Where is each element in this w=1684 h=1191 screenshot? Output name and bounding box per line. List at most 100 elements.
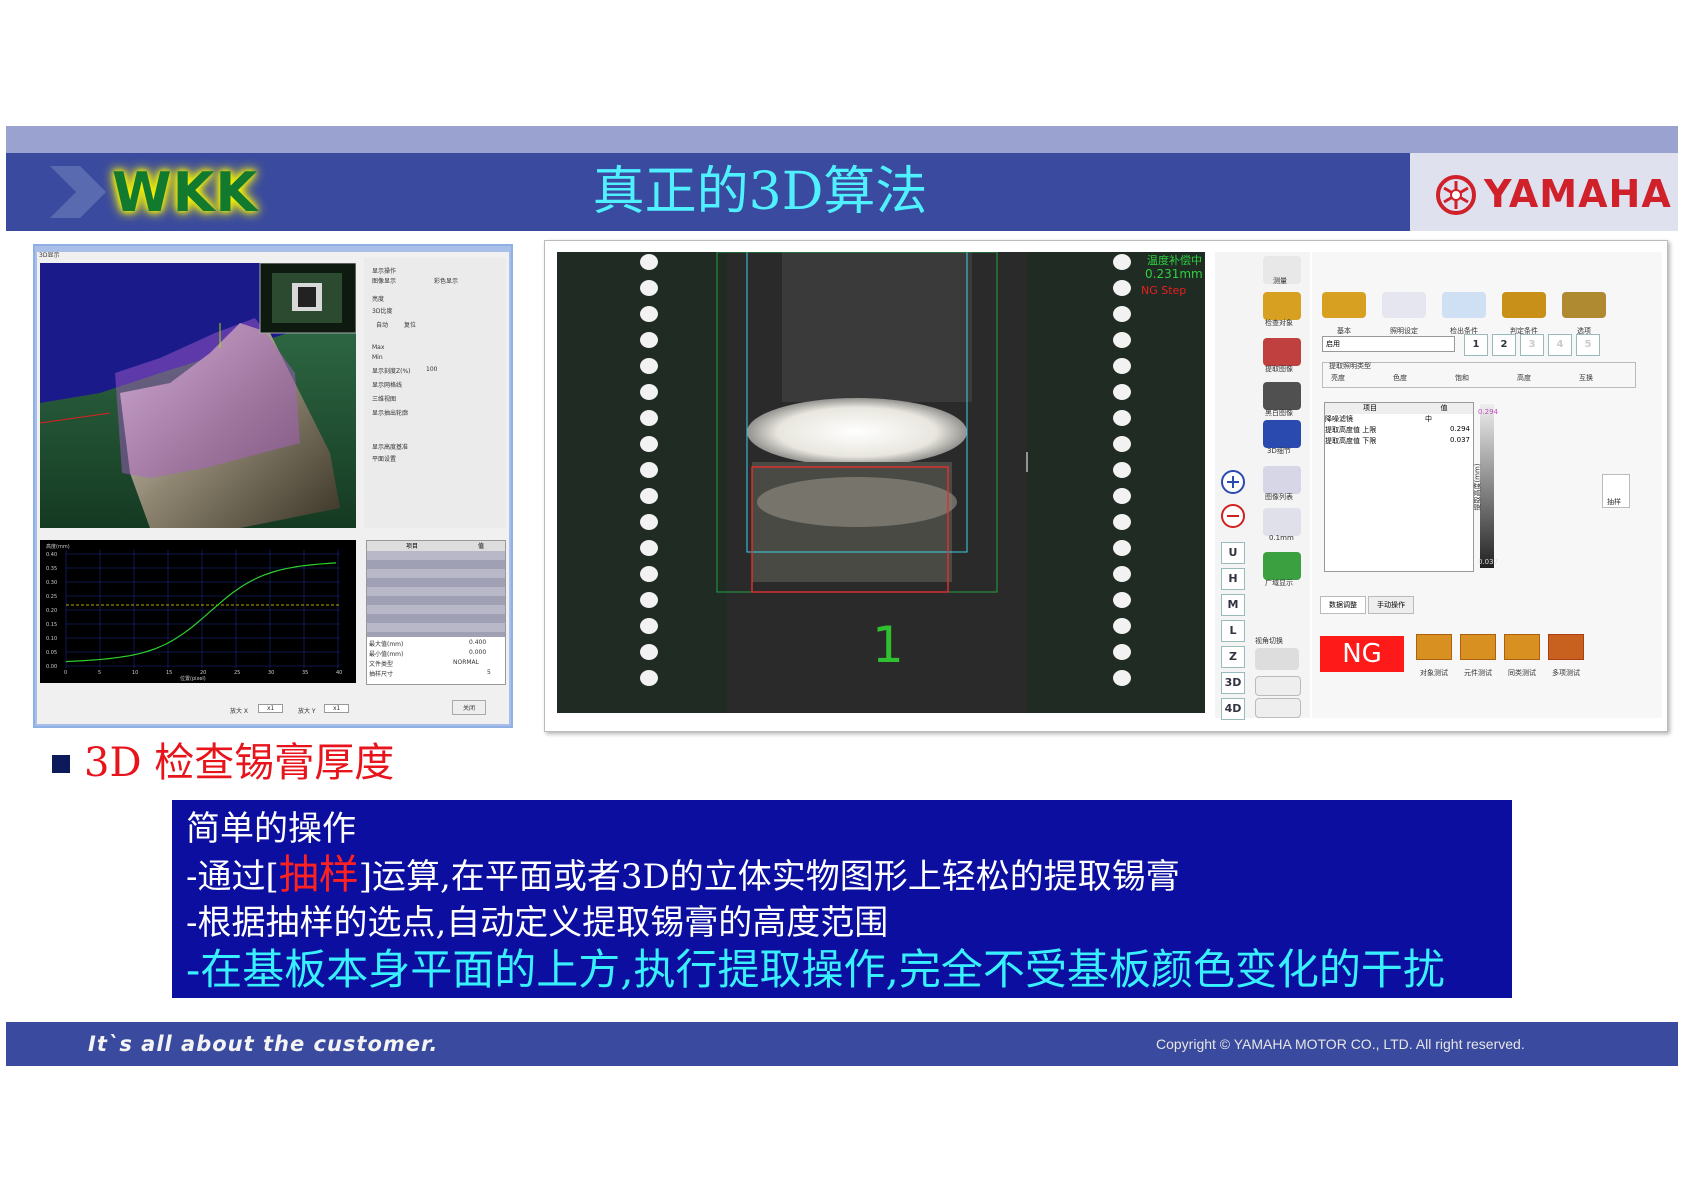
checkbox-max[interactable]: Max — [372, 344, 384, 351]
checkbox-contour[interactable]: 显示抽出轮廓 — [372, 408, 408, 417]
arrow-down-icon[interactable] — [1255, 698, 1301, 718]
basic-tab-icon[interactable] — [1322, 292, 1366, 318]
page-button[interactable]: 3 — [1520, 334, 1544, 356]
tool-label: 图像列表 — [1265, 493, 1293, 501]
arrow-up-icon[interactable] — [1255, 676, 1301, 696]
x-tick-label: 40 — [336, 670, 342, 676]
zoom-x-select[interactable]: x1 — [258, 704, 284, 713]
view-button-l[interactable]: L — [1221, 620, 1245, 642]
table-cell: 最小值(mm) — [369, 651, 404, 658]
table-cell: 提取高度值 下限 — [1325, 437, 1377, 445]
object-test-button[interactable]: 对象测试 — [1420, 669, 1448, 677]
scale-icon[interactable] — [1263, 508, 1301, 536]
component-test-button[interactable]: 元件测试 — [1464, 669, 1492, 677]
radio-saturation[interactable]: 饱和 — [1455, 373, 1469, 383]
view-button-h[interactable]: H — [1221, 568, 1245, 590]
overlay-ng-step: NG Step — [1141, 284, 1186, 297]
y-tick-label: 0.05 — [46, 650, 57, 656]
zoom-x-label: 放大 X — [230, 708, 249, 715]
lighting-tab-icon[interactable] — [1382, 292, 1426, 318]
target-object-icon[interactable] — [1263, 292, 1301, 320]
3d-detail-icon[interactable] — [1263, 420, 1301, 448]
board-dot — [1113, 488, 1131, 504]
y-tick-label: 0.10 — [46, 636, 57, 642]
radio-image-display[interactable]: 图像显示 — [372, 276, 396, 285]
radio-brightness[interactable]: 亮度 — [1331, 373, 1345, 383]
desc-line-2-prefix: -通过[ — [186, 857, 279, 897]
bw-image-icon[interactable] — [1263, 382, 1301, 410]
camera-view[interactable]: 1 温度补偿中 0.231mm NG Step — [557, 252, 1205, 713]
same-type-test-icon[interactable] — [1504, 634, 1540, 660]
bullet-square-icon — [52, 755, 70, 773]
extract-image-icon[interactable] — [1263, 338, 1301, 366]
page-button[interactable]: 4 — [1548, 334, 1572, 356]
tab-lighting[interactable]: 照明设定 — [1390, 327, 1418, 335]
board-dot — [640, 384, 658, 400]
checkbox-3d-view[interactable]: 三维视图 — [372, 394, 396, 403]
graph-ylabel: 高度(mm) — [46, 543, 70, 550]
multi-test-button[interactable]: 多项测试 — [1552, 669, 1580, 677]
radio-height[interactable]: 高度 — [1517, 373, 1531, 383]
checkbox-height-base[interactable]: 显示高度基准 — [372, 442, 408, 451]
table-cell[interactable]: 中 — [1425, 414, 1473, 425]
yamaha-emblem-icon — [1436, 175, 1476, 215]
tool-label: 检查对象 — [1265, 319, 1293, 327]
options-tab-icon[interactable] — [1562, 292, 1606, 318]
page-button[interactable]: 2 — [1492, 334, 1516, 356]
checkbox-plane[interactable]: 平面设置 — [372, 454, 396, 463]
zoom-out-icon[interactable] — [1219, 502, 1247, 530]
reset-button[interactable]: 复位 — [404, 320, 416, 329]
radio-color-display[interactable]: 彩色显示 — [434, 276, 458, 285]
view-button-3d[interactable]: 3D — [1221, 672, 1245, 694]
checkbox-min[interactable]: Min — [372, 354, 383, 361]
object-test-icon[interactable] — [1416, 634, 1452, 660]
image-list-icon[interactable] — [1263, 466, 1301, 494]
graph-xlabel: 位置(pixel) — [180, 675, 206, 682]
tool-label: 提取图像 — [1265, 365, 1293, 373]
mode-select[interactable]: 启用 — [1322, 336, 1455, 352]
3d-view[interactable] — [40, 263, 356, 528]
tool-label: 黑白图像 — [1265, 409, 1293, 417]
board-dot — [640, 644, 658, 660]
view-button-4d[interactable]: 4D — [1221, 698, 1245, 720]
radio-hue[interactable]: 色度 — [1393, 373, 1407, 383]
zoom-y-select[interactable]: x1 — [324, 704, 350, 713]
wide-view-icon[interactable] — [1263, 552, 1301, 580]
board-dot — [640, 618, 658, 634]
board-dot — [640, 280, 658, 296]
sample-label: 抽样 — [1607, 498, 1621, 506]
same-type-test-button[interactable]: 同类测试 — [1508, 669, 1536, 677]
camera-switch-icon[interactable] — [1255, 648, 1299, 670]
close-button[interactable]: 关闭 — [452, 700, 487, 715]
tab-basic[interactable]: 基本 — [1337, 327, 1351, 335]
view-button-z[interactable]: Z — [1221, 646, 1245, 668]
table-cell: 提取高度值 上限 — [1325, 426, 1377, 434]
scale-z-input[interactable]: 100 — [426, 366, 437, 373]
col-value: 值 — [1440, 404, 1448, 412]
table-cell[interactable]: 0.037 — [1425, 436, 1473, 447]
tab-manual[interactable]: 手动操作 — [1368, 596, 1414, 614]
scale-label: 提取高度(mm) — [1473, 463, 1482, 511]
component-test-icon[interactable] — [1460, 634, 1496, 660]
3d-surface-render — [40, 263, 356, 528]
y-tick-label: 0.25 — [46, 594, 57, 600]
zoom-in-icon[interactable] — [1219, 468, 1247, 496]
table-cell[interactable]: 0.294 — [1425, 425, 1473, 436]
board-dot — [1113, 332, 1131, 348]
view-button-u[interactable]: U — [1221, 542, 1245, 564]
ng-result-button[interactable]: NG — [1320, 636, 1404, 672]
detect-tab-icon[interactable] — [1442, 292, 1486, 318]
table-cell: 降噪滤镜 — [1325, 415, 1353, 423]
multi-test-icon[interactable] — [1548, 634, 1584, 660]
judge-tab-icon[interactable] — [1502, 292, 1546, 318]
tab-data-adjust[interactable]: 数据调整 — [1320, 596, 1366, 614]
checkbox-grid[interactable]: 显示网格线 — [372, 380, 402, 389]
auto-button[interactable]: 自动 — [376, 320, 388, 329]
radio-swap[interactable]: 互换 — [1579, 373, 1593, 383]
sample-button[interactable]: 抽样 — [1602, 474, 1630, 508]
board-dot — [1113, 540, 1131, 556]
page-button[interactable]: 1 — [1464, 334, 1488, 356]
view-button-m[interactable]: M — [1221, 594, 1245, 616]
table-cell: 0.400 — [469, 639, 487, 646]
page-button[interactable]: 5 — [1576, 334, 1600, 356]
